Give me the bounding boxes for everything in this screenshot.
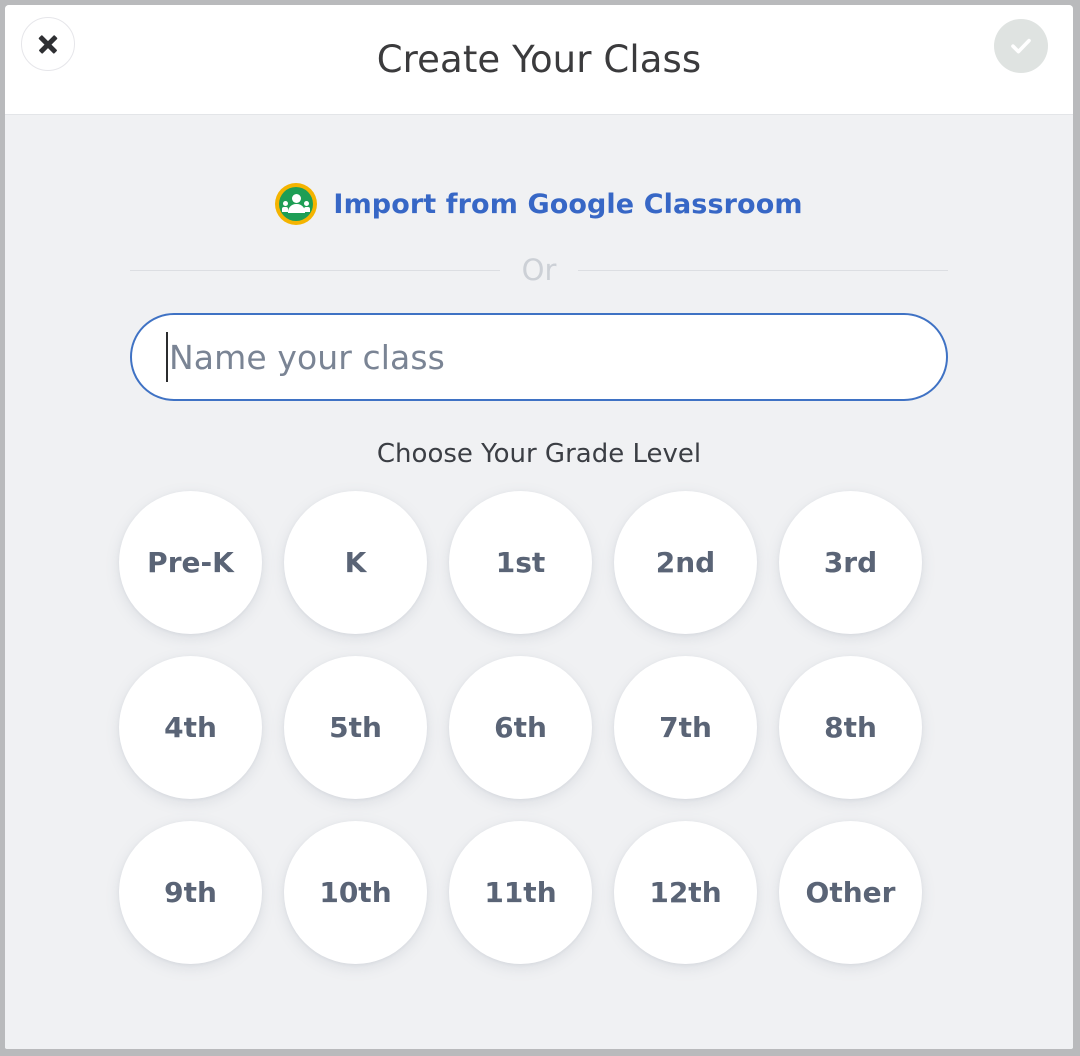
class-name-input[interactable]: Name your class [130,313,948,401]
create-class-modal: Create Your Class Import from Google Cla… [5,5,1073,1049]
page-title: Create Your Class [376,38,702,81]
divider-rule-right [578,270,948,271]
modal-body: Import from Google Classroom Or Name you… [5,115,1073,1048]
google-classroom-icon [275,183,318,225]
grade-option-6th[interactable]: 6th [449,656,592,799]
import-label: Import from Google Classroom [333,188,803,220]
grade-level-heading: Choose Your Grade Level [376,439,702,469]
grade-option-11th[interactable]: 11th [449,821,592,964]
grade-option-3rd[interactable]: 3rd [779,491,922,634]
grade-option-5th[interactable]: 5th [284,656,427,799]
grade-option-10th[interactable]: 10th [284,821,427,964]
grade-option-other[interactable]: Other [779,821,922,964]
text-caret [166,332,168,382]
grade-option-pre-k[interactable]: Pre-K [119,491,262,634]
grade-option-k[interactable]: K [284,491,427,634]
divider-label: Or [521,253,557,287]
grade-option-8th[interactable]: 8th [779,656,922,799]
close-button[interactable] [21,17,75,71]
grade-option-1st[interactable]: 1st [449,491,592,634]
import-from-google-classroom-button[interactable]: Import from Google Classroom [5,115,1073,225]
grade-option-4th[interactable]: 4th [119,656,262,799]
grade-level-grid: Pre-K K 1st 2nd 3rd 4th 5th 6th 7th 8th … [119,491,959,964]
grade-option-9th[interactable]: 9th [119,821,262,964]
grade-option-7th[interactable]: 7th [614,656,757,799]
close-x-icon [37,33,59,55]
grade-option-2nd[interactable]: 2nd [614,491,757,634]
check-icon [1011,38,1031,54]
divider-rule-left [130,270,500,271]
grade-option-12th[interactable]: 12th [614,821,757,964]
or-divider: Or [130,256,948,285]
class-name-placeholder: Name your class [169,337,445,377]
modal-header: Create Your Class [5,5,1073,115]
confirm-button[interactable] [994,19,1048,73]
